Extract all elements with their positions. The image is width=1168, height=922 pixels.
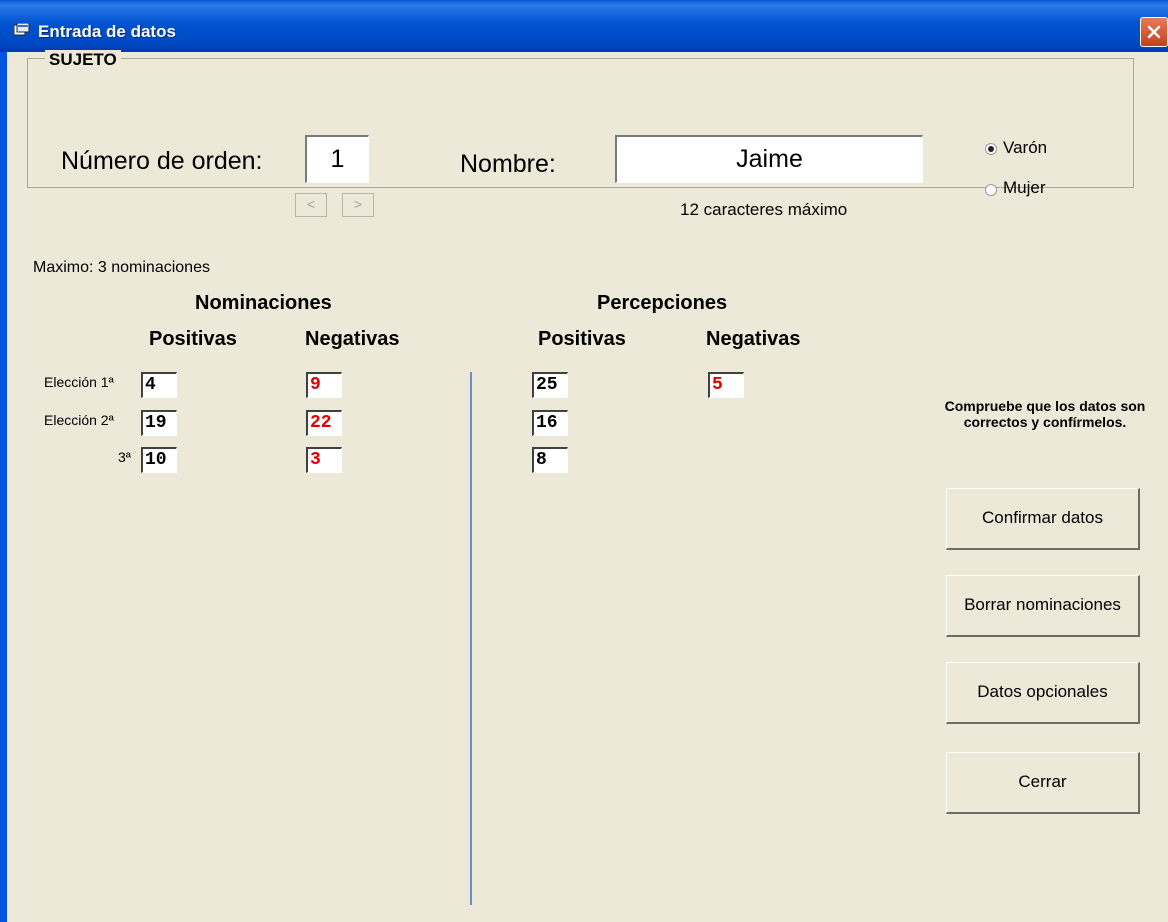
nomination-negative-2[interactable]: 22 <box>306 410 342 436</box>
row-label-choice-2: Elección 2ª <box>44 412 114 428</box>
perception-positive-2[interactable]: 16 <box>532 410 568 436</box>
perceptions-positive-header: Positivas <box>538 328 626 350</box>
perceptions-title: Percepciones <box>597 292 728 314</box>
perceptions-negative-header: Negativas <box>706 328 801 350</box>
close-button[interactable]: Cerrar <box>946 752 1140 814</box>
radio-selected-dot <box>988 146 994 152</box>
close-icon <box>1147 25 1161 39</box>
name-field[interactable]: Jaime <box>615 135 923 183</box>
nominations-positive-header: Positivas <box>149 328 237 350</box>
optional-data-button[interactable]: Datos opcionales <box>946 662 1140 724</box>
previous-subject-button[interactable]: < <box>295 193 327 217</box>
order-number-label: Número de orden: <box>61 147 263 175</box>
nominations-title: Nominaciones <box>195 292 332 314</box>
max-nominations-note: Maximo: 3 nominaciones <box>33 259 210 276</box>
title-bar[interactable]: Entrada de datos <box>0 0 1168 52</box>
data-entry-window: Entrada de datos SUJETO Número de orden:… <box>0 0 1168 922</box>
app-icon <box>13 22 30 37</box>
window-border <box>0 52 7 922</box>
perception-negative-1[interactable]: 5 <box>708 372 744 398</box>
row-label-choice-1: Elección 1ª <box>44 374 114 390</box>
subject-group-label: SUJETO <box>45 50 121 70</box>
row-label-choice-3: 3ª <box>118 449 131 465</box>
gender-female-radio[interactable] <box>985 184 997 196</box>
close-window-button[interactable] <box>1140 17 1168 47</box>
nomination-negative-1[interactable]: 9 <box>306 372 342 398</box>
order-number-field[interactable]: 1 <box>305 135 369 183</box>
nomination-positive-3[interactable]: 10 <box>141 447 177 473</box>
gender-female-label[interactable]: Mujer <box>1003 178 1046 198</box>
perception-positive-1[interactable]: 25 <box>532 372 568 398</box>
perception-positive-3[interactable]: 8 <box>532 447 568 473</box>
section-divider <box>470 372 472 905</box>
nomination-negative-3[interactable]: 3 <box>306 447 342 473</box>
name-label: Nombre: <box>460 150 556 178</box>
nomination-positive-1[interactable]: 4 <box>141 372 177 398</box>
confirm-data-button[interactable]: Confirmar datos <box>946 488 1140 550</box>
next-subject-button[interactable]: > <box>342 193 374 217</box>
gender-male-radio[interactable] <box>985 143 997 155</box>
window-title: Entrada de datos <box>38 22 176 41</box>
nomination-positive-2[interactable]: 19 <box>141 410 177 436</box>
gender-male-label[interactable]: Varón <box>1003 138 1047 158</box>
nominations-negative-header: Negativas <box>305 328 400 350</box>
name-hint: 12 caracteres máximo <box>680 200 848 219</box>
clear-nominations-button[interactable]: Borrar nominaciones <box>946 575 1140 637</box>
confirm-instruction: Compruebe que los datos son correctos y … <box>944 398 1146 430</box>
